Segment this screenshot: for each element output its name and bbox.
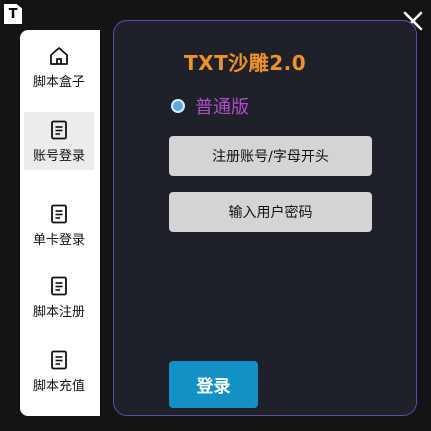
login-button[interactable]: 登录: [169, 361, 258, 408]
sidebar-item-card-login[interactable]: 单卡登录: [24, 196, 94, 254]
sidebar-item-account-login[interactable]: 账号登录: [24, 112, 94, 170]
sidebar-item-label: 单卡登录: [32, 232, 85, 248]
page-title: TXT沙雕2.0: [184, 51, 307, 75]
app-icon: T: [4, 4, 22, 24]
home-icon: [50, 46, 68, 65]
document-icon: [51, 350, 67, 369]
sidebar-item-script-register[interactable]: 脚本注册: [24, 268, 94, 326]
document-icon: [51, 204, 67, 223]
register-account-button[interactable]: 注册账号/字母开头: [169, 136, 372, 176]
version-radio[interactable]: 普通版: [171, 93, 249, 119]
radio-label: 普通版: [195, 97, 249, 118]
sidebar-item-label: 脚本充值: [32, 378, 85, 394]
document-icon: [51, 276, 67, 295]
login-panel: TXT沙雕2.0 普通版 注册账号/字母开头 输入用户密码 登录: [113, 20, 417, 416]
radio-selected-icon: [171, 99, 185, 113]
app-window: T 脚本盒子 账号登录 单卡登录 脚本注册 脚本充值 TXT沙雕2.0 普通版 …: [0, 0, 431, 431]
document-icon: [51, 120, 67, 139]
sidebar-item-script-recharge[interactable]: 脚本充值: [24, 342, 94, 400]
sidebar-item-label: 账号登录: [32, 148, 85, 164]
sidebar-item-script-box[interactable]: 脚本盒子: [24, 38, 94, 96]
sidebar: 脚本盒子 账号登录 单卡登录 脚本注册 脚本充值: [20, 30, 100, 416]
sidebar-item-label: 脚本盒子: [32, 74, 85, 90]
enter-password-button[interactable]: 输入用户密码: [169, 192, 372, 232]
sidebar-item-label: 脚本注册: [32, 304, 85, 320]
